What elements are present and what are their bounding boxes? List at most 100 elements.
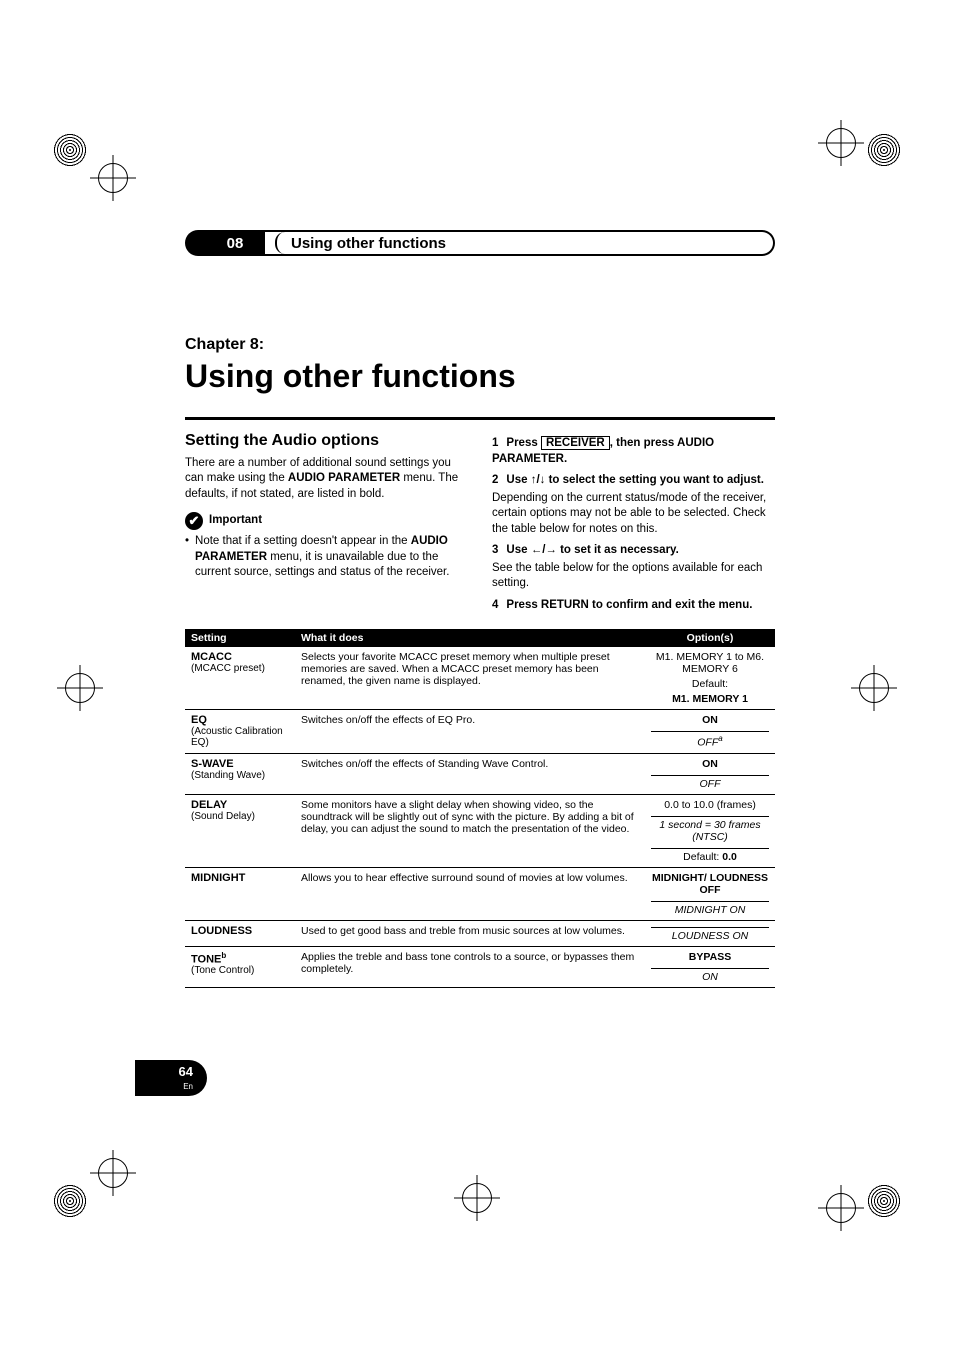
step-3-a: Use: [506, 544, 530, 556]
step-2-a: Use: [506, 474, 530, 486]
page-title: Using other functions: [185, 358, 775, 395]
cell-options: 0.0 to 10.0 (frames) 1 second = 30 frames…: [645, 794, 775, 867]
header-title: Using other functions: [291, 235, 446, 252]
registration-mark-br: [818, 1185, 864, 1231]
step-3-lead: Use ←/→ to set it as necessary.: [506, 544, 678, 556]
option-item: ON: [651, 968, 769, 983]
option-item: LOUDNESS ON: [651, 927, 769, 942]
cell-description: Switches on/off the effects of Standing …: [295, 753, 645, 794]
table-row: EQ(Acoustic Calibration EQ)Switches on/o…: [185, 710, 775, 754]
page-lang: En: [183, 1082, 193, 1091]
cell-options: LOUDNESS ON: [645, 920, 775, 946]
step-1-num: 1: [492, 437, 498, 449]
option-item: Default: 0.0: [651, 848, 769, 863]
step-4-num: 4: [492, 599, 498, 611]
option-item: OFF: [651, 775, 769, 790]
step-3-body: See the table below for the options avai…: [492, 561, 775, 592]
option-stack: BYPASS ON: [651, 951, 769, 983]
left-right-arrows-icon: ←/→: [531, 544, 557, 556]
table-row: LOUDNESSUsed to get good bass and treble…: [185, 920, 775, 946]
setting-sub: (Sound Delay): [191, 811, 289, 822]
cell-options: ONOFFa: [645, 710, 775, 754]
important-bullet: • Note that if a setting doesn't appear …: [185, 534, 468, 581]
step-4-a: Press RETURN to confirm and exit the men…: [506, 599, 752, 611]
receiver-key: RECEIVER: [541, 436, 610, 450]
registration-mark-ml: [57, 665, 103, 711]
table-row: TONEb(Tone Control)Applies the treble an…: [185, 946, 775, 987]
cell-description: Switches on/off the effects of EQ Pro.: [295, 710, 645, 754]
capsule-open-icon: [275, 232, 285, 254]
cell-description: Allows you to hear effective surround so…: [295, 867, 645, 920]
cell-setting: LOUDNESS: [185, 920, 295, 946]
step-2-b: to select the setting you want to adjust…: [545, 474, 764, 486]
table-row: DELAY(Sound Delay) Some monitors have a s…: [185, 794, 775, 867]
registration-mark-mr: [851, 665, 897, 711]
step-4: 4 Press RETURN to confirm and exit the me…: [492, 598, 775, 614]
option-text-b: 0.0: [722, 851, 737, 863]
option-item: OFFa: [651, 731, 769, 749]
option-item: 1 second = 30 frames (NTSC): [651, 816, 769, 843]
up-down-arrows-icon: ↑/↓: [531, 474, 546, 486]
title-rule: [185, 417, 775, 420]
chapter-label: Chapter 8:: [185, 336, 775, 354]
cell-options: BYPASS ON: [645, 946, 775, 987]
th-setting: Setting: [185, 629, 295, 647]
option-item: M1. MEMORY 1: [651, 693, 769, 705]
bullet-icon: •: [185, 534, 189, 581]
settings-table: Setting What it does Option(s) MCACC(MCA…: [185, 629, 775, 988]
th-options: Option(s): [645, 629, 775, 647]
setting-sub: (Tone Control): [191, 965, 289, 976]
important-heading: ✔ Important: [185, 512, 468, 530]
setting-name: DELAY: [191, 799, 289, 811]
table-row: MIDNIGHTAllows you to hear effective sur…: [185, 867, 775, 920]
registration-mark-tl: [90, 155, 136, 201]
cell-description: Selects your favorite MCACC preset memor…: [295, 647, 645, 710]
setting-name: TONEb: [191, 951, 289, 966]
page-number-pill: 64 En: [135, 1060, 207, 1096]
important-icon: ✔: [185, 512, 203, 530]
option-sup: a: [718, 734, 722, 743]
table-row: MCACC(MCACC preset)Selects your favorite…: [185, 647, 775, 710]
cell-description: Applies the treble and bass tone control…: [295, 946, 645, 987]
cell-options: M1. MEMORY 1 to M6. MEMORY 6 Default: M1. …: [645, 647, 775, 710]
option-stack: M1. MEMORY 1 to M6. MEMORY 6 Default: M1. …: [651, 651, 769, 705]
step-1-a: Press: [506, 437, 541, 449]
step-1-lead: Press RECEIVER, then press AUDIO PARAMET…: [492, 436, 714, 465]
bullet-text-a: Note that if a setting doesn't appear in…: [195, 535, 411, 547]
cell-setting: TONEb(Tone Control): [185, 946, 295, 987]
cell-options: ON OFF: [645, 753, 775, 794]
option-stack: ONOFFa: [651, 714, 769, 749]
registration-mark-mb: [454, 1175, 500, 1221]
step-3-b: to set it as necessary.: [557, 544, 679, 556]
two-column-body: Setting the Audio options There are a nu…: [185, 430, 775, 613]
step-2-body: Depending on the current status/mode of …: [492, 491, 775, 538]
step-2-lead: Use ↑/↓ to select the setting you want t…: [506, 474, 764, 486]
setting-name: LOUDNESS: [191, 925, 289, 937]
section-title: Setting the Audio options: [185, 430, 468, 452]
setting-name: EQ: [191, 714, 289, 726]
chapter-number: 08: [207, 235, 244, 252]
option-item: Default:: [651, 678, 769, 690]
important-label: Important: [209, 513, 262, 529]
table-header-row: Setting What it does Option(s): [185, 629, 775, 647]
option-item: ON: [651, 758, 769, 770]
step-2: 2Use ↑/↓ to select the setting you want …: [492, 473, 775, 537]
cell-setting: MCACC(MCACC preset): [185, 647, 295, 710]
table-row: S-WAVE(Standing Wave)Switches on/off the…: [185, 753, 775, 794]
intro-paragraph: There are a number of additional sound s…: [185, 456, 468, 503]
step-3-num: 3: [492, 544, 498, 556]
registration-mark-tr: [818, 120, 864, 166]
option-item: BYPASS: [651, 951, 769, 963]
setting-name: S-WAVE: [191, 758, 289, 770]
step-3: 3 Use ←/→ to set it as necessary. See the…: [492, 543, 775, 592]
cell-description: Some monitors have a slight delay when s…: [295, 794, 645, 867]
table-body: MCACC(MCACC preset)Selects your favorite…: [185, 647, 775, 987]
option-item: M1. MEMORY 1 to M6. MEMORY 6: [651, 651, 769, 675]
option-item: MIDNIGHT/ LOUDNESS OFF: [651, 872, 769, 896]
page-content: 08 Using other functions Chapter 8: Usin…: [185, 230, 775, 988]
cell-options: MIDNIGHT/ LOUDNESS OFFMIDNIGHT ON: [645, 867, 775, 920]
option-stack: ON OFF: [651, 758, 769, 790]
option-stack: LOUDNESS ON: [651, 925, 769, 942]
left-column: Setting the Audio options There are a nu…: [185, 430, 468, 613]
option-item: 0.0 to 10.0 (frames): [651, 799, 769, 811]
